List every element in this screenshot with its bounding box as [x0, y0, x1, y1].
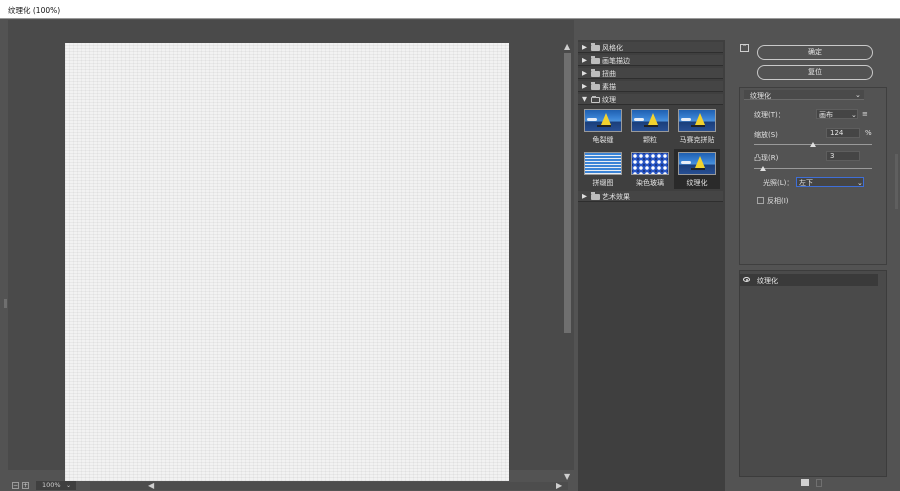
category-distort[interactable]: ▶ 扭曲	[578, 68, 723, 79]
scroll-up-icon[interactable]: ▲	[564, 43, 570, 51]
ok-button[interactable]: 确定	[757, 45, 873, 60]
window-title: 纹理化 (100%)	[8, 6, 61, 15]
texture-menu-icon[interactable]: ≡	[862, 110, 868, 118]
scroll-down-icon[interactable]: ▼	[564, 473, 570, 481]
expand-arrow-icon[interactable]: ▶	[582, 43, 587, 51]
filter-select-value: 纹理化	[750, 92, 771, 100]
new-effect-layer-icon[interactable]	[801, 479, 809, 486]
filter-label: 颗粒	[643, 136, 657, 144]
expand-arrow-icon[interactable]: ▶	[582, 56, 587, 64]
folder-icon	[591, 82, 600, 90]
filter-label: 纹理化	[686, 179, 708, 187]
filter-preview-image	[584, 152, 622, 175]
preview-horizontal-scrollbar[interactable]: ◀ ▶	[90, 482, 568, 490]
texture-select[interactable]: 画布 ⌄	[816, 109, 858, 119]
chevron-down-icon[interactable]: ⌄	[66, 482, 71, 489]
preview-canvas[interactable]	[65, 43, 509, 481]
effect-layer-name: 纹理化	[757, 277, 778, 285]
category-label: 画笔描边	[602, 57, 630, 65]
expand-arrow-icon[interactable]: ▶	[582, 82, 587, 90]
title-bar: 纹理化 (100%)	[0, 0, 900, 19]
eye-icon[interactable]	[743, 277, 750, 282]
category-label: 素描	[602, 83, 616, 91]
relief-slider-knob[interactable]	[760, 166, 766, 171]
folder-icon	[591, 69, 600, 77]
trash-icon[interactable]	[816, 479, 822, 487]
expand-arrow-icon[interactable]: ▶	[582, 69, 587, 77]
light-select[interactable]: 左下 ⌄	[796, 177, 864, 187]
relief-value: 3	[830, 152, 835, 160]
preview-statusbar: − + 100% ⌄ ◀ ▶	[12, 481, 568, 491]
category-brush-strokes[interactable]: ▶ 画笔描边	[578, 55, 723, 66]
category-sketch[interactable]: ▶ 素描	[578, 81, 723, 92]
filter-preview-image	[631, 152, 669, 175]
texture-select-value: 画布	[819, 111, 833, 119]
left-edge-marker	[4, 299, 7, 308]
category-texture[interactable]: ▼ 纹理	[578, 94, 723, 105]
filter-thumb-mosaic-tiles[interactable]: 马赛克拼贴	[674, 106, 720, 146]
filter-label: 马赛克拼贴	[679, 136, 715, 144]
filter-preview-image	[631, 109, 669, 132]
filter-thumb-grain[interactable]: 颗粒	[627, 106, 673, 146]
filter-gallery: ▶ 风格化 ▶ 画笔描边 ▶ 扭曲 ▶ 素描 ▼ 纹理 龟裂缝 颗粒 马赛克拼贴…	[578, 40, 725, 491]
filter-select[interactable]: 纹理化 ⌄	[744, 90, 864, 100]
collapse-arrow-icon[interactable]: ▼	[582, 95, 587, 103]
folder-icon	[591, 43, 600, 51]
filter-preview-image	[584, 109, 622, 132]
category-label: 风格化	[602, 44, 623, 52]
scroll-thumb[interactable]	[564, 53, 571, 333]
scaling-slider-knob[interactable]	[810, 142, 816, 147]
chevron-down-icon[interactable]: ⌄	[855, 91, 861, 99]
folder-icon	[591, 192, 600, 200]
category-artistic[interactable]: ▶ 艺术效果	[578, 191, 723, 202]
right-edge-marker	[895, 154, 898, 209]
scroll-left-icon[interactable]: ◀	[148, 482, 154, 490]
category-label: 纹理	[602, 96, 616, 104]
filter-gallery-dialog: ▲ ▼ − + 100% ⌄ ◀ ▶ ▶ 风格化 ▶ 画笔描边 ▶ 扭曲 ▶ 素…	[0, 19, 900, 491]
filter-preview-image	[678, 109, 716, 132]
filter-label: 龟裂缝	[592, 136, 614, 144]
preview-vertical-scrollbar[interactable]: ▲ ▼	[561, 43, 574, 481]
reset-button[interactable]: 复位	[757, 65, 873, 80]
panel-divider	[726, 40, 734, 491]
category-stylize[interactable]: ▶ 风格化	[578, 42, 723, 53]
scaling-unit: %	[865, 129, 872, 137]
relief-slider-track[interactable]	[754, 168, 872, 169]
chevron-down-icon[interactable]: ⌄	[851, 111, 857, 119]
collapse-gallery-icon[interactable]: ⌃	[740, 44, 749, 52]
filter-label: 染色玻璃	[636, 179, 664, 187]
filter-thumb-craquelure[interactable]: 龟裂缝	[580, 106, 626, 146]
scaling-input[interactable]: 124	[826, 128, 860, 138]
folder-icon	[591, 56, 600, 64]
invert-label: 反相(I)	[767, 197, 789, 205]
relief-input[interactable]: 3	[826, 151, 860, 161]
texture-label: 纹理(T)：	[754, 111, 785, 119]
zoom-in-button[interactable]: +	[22, 482, 29, 489]
effect-layers-panel: 纹理化	[739, 270, 887, 477]
scroll-right-icon[interactable]: ▶	[556, 482, 562, 490]
expand-arrow-icon[interactable]: ▶	[582, 192, 587, 200]
light-label: 光照(L)：	[763, 179, 794, 187]
chevron-down-icon[interactable]: ⌄	[857, 179, 863, 187]
filter-thumb-texturizer[interactable]: 纹理化	[674, 149, 720, 189]
light-select-value: 左下	[799, 179, 813, 187]
settings-panel: ⌃ 确定 复位 纹理化 ⌄ 纹理(T)： 画布 ⌄ ≡ 缩放(S) 124 % …	[734, 40, 900, 491]
category-label: 艺术效果	[602, 193, 630, 201]
filter-preview-image	[678, 152, 716, 175]
filter-thumb-stained-glass[interactable]: 染色玻璃	[627, 149, 673, 189]
scaling-value: 124	[830, 129, 844, 137]
scaling-label: 缩放(S)	[754, 131, 778, 139]
invert-checkbox[interactable]	[757, 197, 764, 204]
category-label: 扭曲	[602, 70, 616, 78]
effect-layer-row[interactable]: 纹理化	[740, 274, 878, 286]
zoom-out-button[interactable]: −	[12, 482, 19, 489]
relief-label: 凸现(R)	[754, 154, 779, 162]
filter-thumb-patchwork[interactable]: 拼缀图	[580, 149, 626, 189]
open-folder-icon	[591, 96, 600, 103]
filter-label: 拼缀图	[592, 179, 614, 187]
